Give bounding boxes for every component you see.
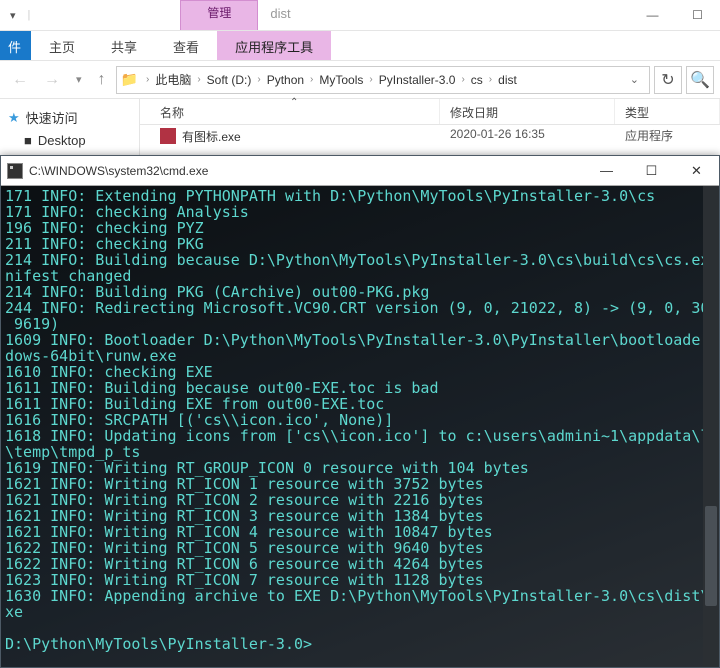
breadcrumb-item[interactable]: Python bbox=[263, 73, 308, 87]
cmd-maximize-button[interactable]: ☐ bbox=[629, 156, 674, 186]
cmd-minimize-button[interactable]: — bbox=[584, 156, 629, 186]
desktop-icon: ■ bbox=[24, 133, 32, 148]
cmd-icon bbox=[7, 163, 23, 179]
home-tab[interactable]: 主页 bbox=[31, 31, 93, 60]
file-tab[interactable]: 件 bbox=[0, 31, 31, 60]
breadcrumb-item[interactable]: PyInstaller-3.0 bbox=[375, 73, 460, 87]
file-row[interactable]: 有图标.exe 2020-01-26 16:35 应用程序 bbox=[140, 125, 720, 147]
recent-dropdown-icon[interactable]: ▾ bbox=[70, 73, 88, 86]
address-bar[interactable]: 📁 › 此电脑 › Soft (D:) › Python › MyTools ›… bbox=[116, 66, 650, 94]
cmd-scrollbar[interactable] bbox=[703, 186, 719, 667]
cmd-titlebar[interactable]: C:\WINDOWS\system32\cmd.exe — ☐ ✕ bbox=[1, 156, 719, 186]
back-button[interactable]: ← bbox=[6, 71, 34, 89]
col-header-name[interactable]: 名称 ⌃ bbox=[140, 99, 440, 124]
cmd-output[interactable]: 171 INFO: Extending PYTHONPATH with D:\P… bbox=[1, 186, 719, 667]
star-icon: ★ bbox=[8, 110, 20, 126]
contextual-tab-group: 管理 bbox=[180, 0, 258, 30]
sidebar-item-quickaccess[interactable]: ★ 快速访问 bbox=[0, 105, 139, 130]
search-box[interactable]: 🔍 bbox=[686, 66, 714, 94]
ribbon-tabs: 件 主页 共享 查看 应用程序工具 bbox=[0, 31, 720, 61]
file-name-cell: 有图标.exe bbox=[140, 127, 440, 145]
minimize-button[interactable]: — bbox=[630, 0, 675, 30]
file-name: 有图标.exe bbox=[182, 128, 241, 145]
cmd-window: C:\WINDOWS\system32\cmd.exe — ☐ ✕ 171 IN… bbox=[0, 155, 720, 668]
file-date-cell: 2020-01-26 16:35 bbox=[440, 127, 615, 145]
cmd-scrollbar-thumb[interactable] bbox=[705, 506, 717, 606]
quick-access-toolbar: ▾ | bbox=[0, 0, 40, 30]
file-type-cell: 应用程序 bbox=[615, 127, 720, 145]
breadcrumb-item[interactable]: cs bbox=[467, 73, 487, 87]
qat-sep-icon: | bbox=[22, 9, 37, 21]
manage-contextual-tab[interactable]: 管理 bbox=[180, 0, 258, 30]
forward-button[interactable]: → bbox=[38, 71, 66, 89]
navbar: ← → ▾ ↑ 📁 › 此电脑 › Soft (D:) › Python › M… bbox=[0, 61, 720, 99]
window-title: dist bbox=[258, 0, 302, 30]
address-dropdown-icon[interactable]: ⌄ bbox=[624, 73, 645, 86]
share-tab[interactable]: 共享 bbox=[93, 31, 155, 60]
folder-icon: 📁 bbox=[121, 71, 138, 88]
app-tools-tab[interactable]: 应用程序工具 bbox=[217, 31, 331, 60]
breadcrumb-sep[interactable]: › bbox=[144, 74, 151, 85]
view-tab[interactable]: 查看 bbox=[155, 31, 217, 60]
sidebar-item-label: 快速访问 bbox=[26, 108, 78, 127]
sidebar-item-desktop[interactable]: ■ Desktop bbox=[0, 130, 139, 151]
breadcrumb-item[interactable]: MyTools bbox=[315, 73, 367, 87]
exe-file-icon bbox=[160, 128, 176, 144]
qat-dropdown-icon[interactable]: ▾ bbox=[4, 9, 22, 22]
col-header-date[interactable]: 修改日期 bbox=[440, 99, 615, 124]
column-headers: 名称 ⌃ 修改日期 类型 bbox=[140, 99, 720, 125]
up-button[interactable]: ↑ bbox=[92, 71, 112, 89]
cmd-title-text: C:\WINDOWS\system32\cmd.exe bbox=[29, 164, 584, 178]
breadcrumb-item[interactable]: Soft (D:) bbox=[203, 73, 256, 87]
breadcrumb-item[interactable]: dist bbox=[494, 73, 521, 87]
titlebar: ▾ | 管理 dist — ☐ bbox=[0, 0, 720, 31]
sort-asc-icon: ⌃ bbox=[290, 97, 298, 108]
breadcrumb-root[interactable]: 此电脑 bbox=[151, 71, 195, 88]
col-header-type[interactable]: 类型 bbox=[615, 99, 720, 124]
maximize-button[interactable]: ☐ bbox=[675, 0, 720, 30]
sidebar-item-label: Desktop bbox=[38, 133, 86, 148]
cmd-close-button[interactable]: ✕ bbox=[674, 156, 719, 186]
refresh-button[interactable]: ↻ bbox=[654, 66, 682, 94]
